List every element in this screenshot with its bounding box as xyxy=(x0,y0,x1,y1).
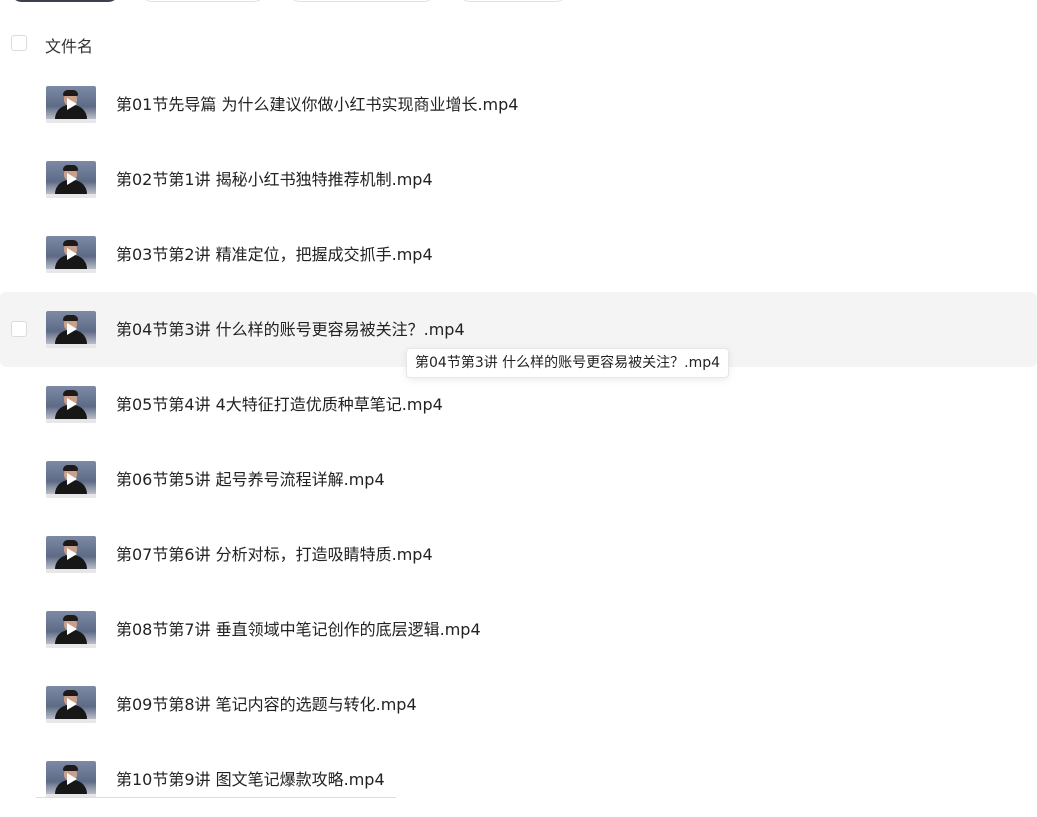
file-row[interactable]: 第06节第5讲 起号养号流程详解.mp4 xyxy=(0,442,1037,517)
play-icon xyxy=(67,623,77,635)
file-name[interactable]: 第04节第3讲 什么样的账号更容易被关注？.mp4 xyxy=(116,319,465,341)
file-row[interactable]: 第01节先导篇 为什么建议你做小红书实现商业增长.mp4 xyxy=(0,67,1037,142)
video-thumbnail-icon xyxy=(46,686,96,723)
video-thumbnail-icon xyxy=(46,311,96,348)
video-thumbnail-icon xyxy=(46,761,96,798)
file-row[interactable]: 第07节第6讲 分析对标，打造吸睛特质.mp4 xyxy=(0,517,1037,592)
play-icon xyxy=(67,473,77,485)
play-icon xyxy=(67,548,77,560)
toolbar-primary-button[interactable] xyxy=(10,0,120,2)
play-icon xyxy=(67,698,77,710)
play-icon xyxy=(67,773,77,785)
file-row[interactable]: 第03节第2讲 精准定位，把握成交抓手.mp4 xyxy=(0,217,1037,292)
toolbar-button-4[interactable] xyxy=(458,0,568,2)
file-name[interactable]: 第01节先导篇 为什么建议你做小红书实现商业增长.mp4 xyxy=(116,94,518,116)
file-name[interactable]: 第03节第2讲 精准定位，把握成交抓手.mp4 xyxy=(116,244,433,266)
play-icon xyxy=(67,98,77,110)
play-icon xyxy=(67,398,77,410)
file-list: 第01节先导篇 为什么建议你做小红书实现商业增长.mp4 第02节第1讲 揭秘小… xyxy=(0,67,1037,817)
file-list-header: 文件名 xyxy=(0,25,1037,61)
filename-tooltip: 第04节第3讲 什么样的账号更容易被关注？.mp4 xyxy=(406,348,730,378)
video-thumbnail-icon xyxy=(46,536,96,573)
file-name[interactable]: 第06节第5讲 起号养号流程详解.mp4 xyxy=(116,469,385,491)
video-thumbnail-icon xyxy=(46,161,96,198)
video-thumbnail-icon xyxy=(46,611,96,648)
video-thumbnail-icon xyxy=(46,386,96,423)
select-all-checkbox[interactable] xyxy=(11,35,27,51)
file-row[interactable]: 第05节第4讲 4大特征打造优质种草笔记.mp4 xyxy=(0,367,1037,442)
play-icon xyxy=(67,248,77,260)
file-row[interactable]: 第09节第8讲 笔记内容的选题与转化.mp4 xyxy=(0,667,1037,742)
video-thumbnail-icon xyxy=(46,236,96,273)
file-name[interactable]: 第09节第8讲 笔记内容的选题与转化.mp4 xyxy=(116,694,417,716)
video-thumbnail-icon xyxy=(46,86,96,123)
file-name[interactable]: 第05节第4讲 4大特征打造优质种草笔记.mp4 xyxy=(116,394,443,416)
toolbar-button-2[interactable] xyxy=(140,0,266,2)
file-name[interactable]: 第10节第9讲 图文笔记爆款攻略.mp4 xyxy=(116,769,385,791)
video-thumbnail-icon xyxy=(46,461,96,498)
file-row[interactable]: 第08节第7讲 垂直领域中笔记创作的底层逻辑.mp4 xyxy=(0,592,1037,667)
play-icon xyxy=(67,323,77,335)
file-name[interactable]: 第08节第7讲 垂直领域中笔记创作的底层逻辑.mp4 xyxy=(116,619,481,641)
divider xyxy=(36,797,396,798)
play-icon xyxy=(67,173,77,185)
toolbar-button-3[interactable] xyxy=(288,0,436,2)
column-header-filename[interactable]: 文件名 xyxy=(45,33,93,57)
file-row[interactable]: 第10节第9讲 图文笔记爆款攻略.mp4 xyxy=(0,742,1037,817)
toolbar xyxy=(0,0,1037,10)
file-name[interactable]: 第07节第6讲 分析对标，打造吸睛特质.mp4 xyxy=(116,544,433,566)
file-name[interactable]: 第02节第1讲 揭秘小红书独特推荐机制.mp4 xyxy=(116,169,433,191)
row-checkbox[interactable] xyxy=(11,321,27,337)
file-row[interactable]: 第02节第1讲 揭秘小红书独特推荐机制.mp4 xyxy=(0,142,1037,217)
